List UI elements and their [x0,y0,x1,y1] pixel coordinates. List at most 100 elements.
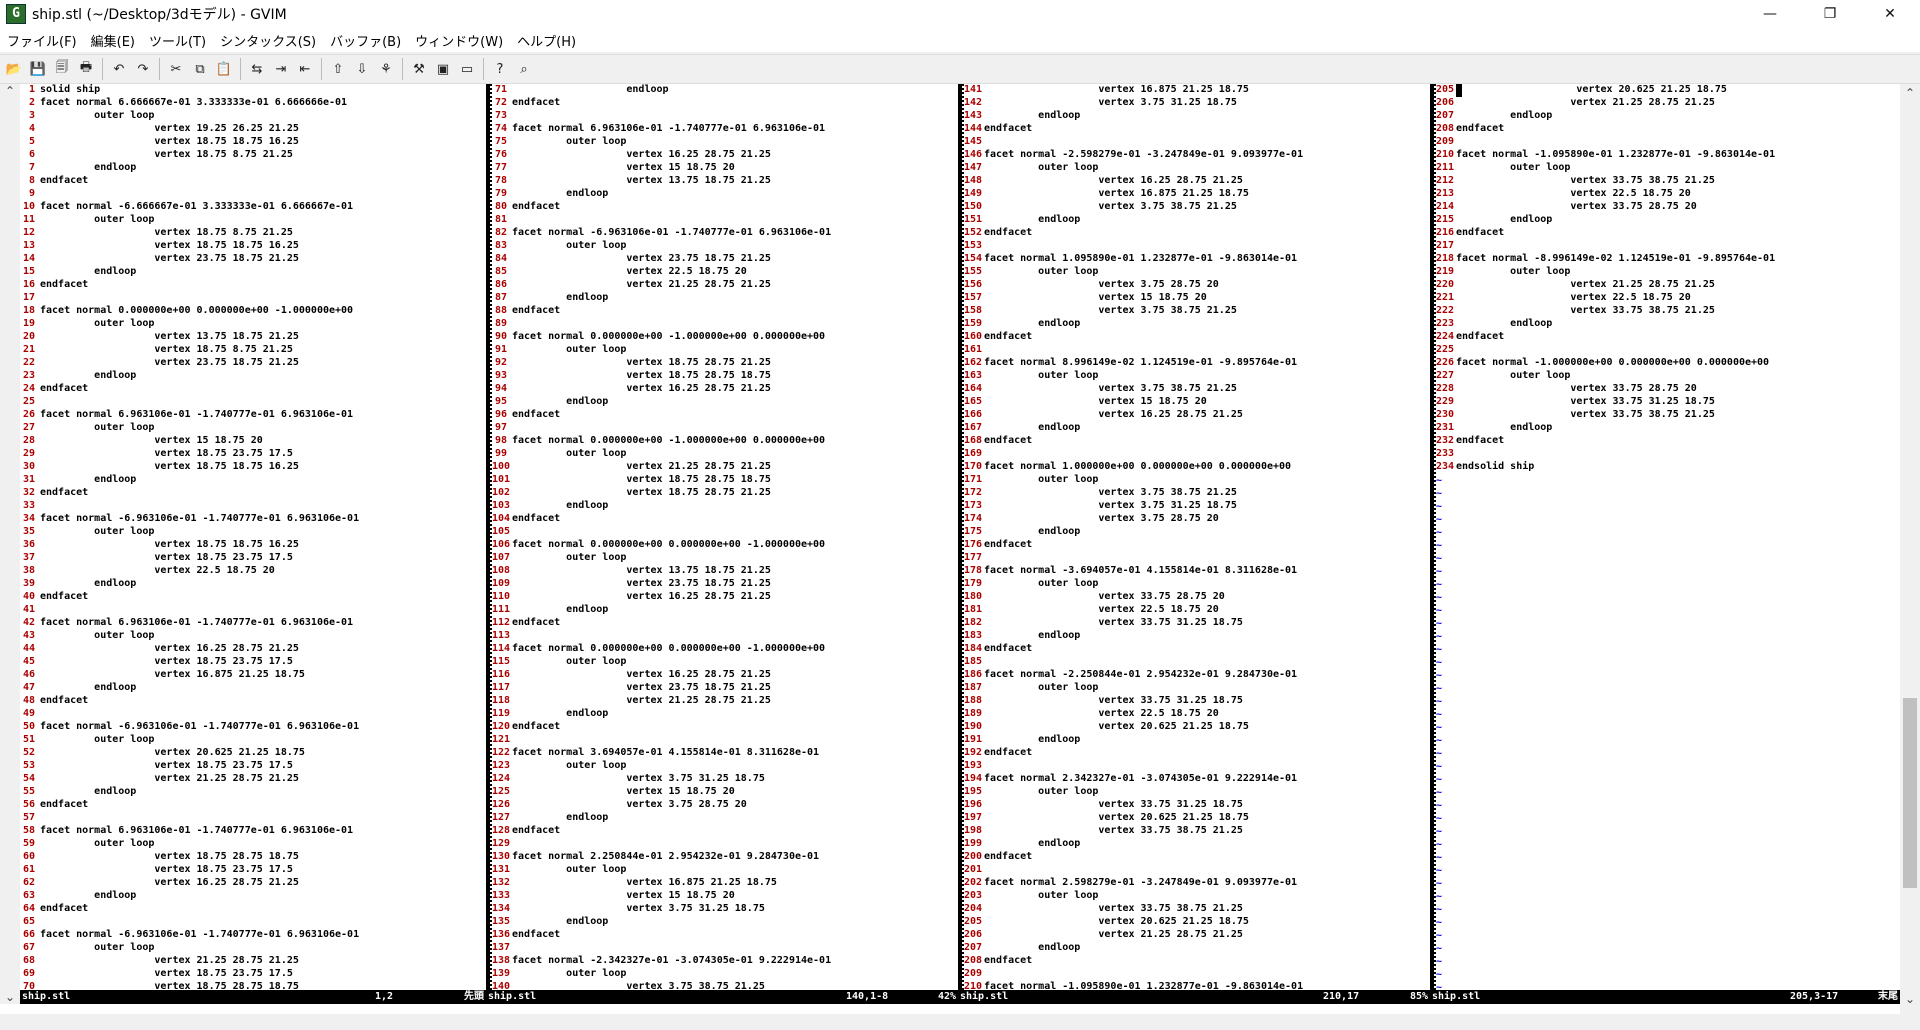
code-line: 5 vertex 18.75 18.75 16.25 [20,136,486,149]
code-line: 10 facet normal -6.666667e-01 3.333333e-0… [20,201,486,214]
line-text: facet normal 6.963106e-01 -1.740777e-01 … [512,123,826,134]
code-line: 226 facet normal -1.000000e+00 0.000000e+… [1436,357,1900,370]
editor-pane-1[interactable]: 1 solid ship 2 facet normal 6.666667e-01 3.… [20,84,486,990]
find-help-icon[interactable]: ⌕ [513,58,535,80]
code-line: 168 endfacet [964,435,1430,448]
code-line: 160 endfacet [964,331,1430,344]
menu-tools[interactable]: ツール(T) [142,31,213,50]
code-line: 41 [20,604,486,617]
line-text: vertex 18.75 28.75 18.75 [512,370,771,381]
copy-icon[interactable]: ⧉ [189,58,211,80]
line-text: endfacet [512,617,561,628]
code-line: 16 endfacet [20,279,486,292]
save-icon[interactable]: 💾 [27,58,49,80]
line-text: vertex 13.75 18.75 21.25 [40,331,299,342]
find-next-icon[interactable]: ⇥ [270,58,292,80]
line-text: endloop [40,370,137,381]
line-text: vertex 13.75 18.75 21.25 [512,175,771,186]
right-scroll-down-icon[interactable]: ⌄ [1900,992,1920,1006]
save-all-icon[interactable]: 🗐 [51,58,73,80]
line-text: vertex 21.25 28.75 21.25 [512,695,771,706]
line-text: endfacet [512,825,561,836]
right-scrollbar[interactable]: ⌃ ⌄ [1900,84,1920,1014]
minimize-button[interactable]: — [1740,0,1800,28]
code-line: 207 endloop [1436,110,1900,123]
line-text: vertex 16.25 28.75 21.25 [512,669,771,680]
line-text: endfacet [984,331,1033,342]
menu-syntax[interactable]: シンタックス(S) [213,31,323,50]
ctags-icon[interactable]: ▭ [456,58,478,80]
line-number: 188 [964,695,983,706]
line-number: 128 [492,825,511,836]
code-line: 206 vertex 21.25 28.75 21.25 [1436,97,1900,110]
make-icon[interactable]: ⚒ [408,58,430,80]
line-text: outer loop [512,448,627,459]
menu-help[interactable]: ヘルプ(H) [510,31,583,50]
code-line: 121 [492,734,958,747]
line-number: 155 [964,266,983,277]
status-line-4[interactable]: ship.stl 205,3-17 末尾 [1430,990,1900,1004]
code-line: 25 [20,396,486,409]
line-text: vertex 3.75 38.75 21.25 [984,201,1237,212]
editor-pane-3[interactable]: 141 vertex 16.875 21.25 18.75 142 vertex … [964,84,1430,990]
menu-buffers[interactable]: バッファ(B) [323,31,408,50]
status-line-2[interactable]: ship.stl 140,1-8 42% [486,990,958,1004]
line-text: endloop [512,292,609,303]
close-button[interactable]: ✕ [1860,0,1920,28]
code-line: 159 endloop [964,318,1430,331]
gvim-app-icon[interactable]: G [6,4,26,24]
empty-line-tilde: ~ [1436,917,1443,928]
toolbar-separator [240,58,241,80]
maximize-button[interactable]: ❐ [1800,0,1860,28]
vertical-split-separator[interactable] [958,84,964,1006]
line-number: 108 [492,565,511,576]
load-session-icon[interactable]: ⇧ [327,58,349,80]
status-line-1[interactable]: ship.stl 1,2 先頭 [20,990,486,1004]
editor-pane-4[interactable]: 205 vertex 20.625 21.25 18.75 206 vertex … [1436,84,1900,990]
right-scroll-up-icon[interactable]: ⌃ [1900,86,1920,100]
run-script-icon[interactable]: ⚘ [375,58,397,80]
scrollbar-thumb[interactable] [1903,698,1917,888]
menu-window[interactable]: ウィンドウ(W) [408,31,510,50]
undo-icon[interactable]: ↶ [108,58,130,80]
status-line-3[interactable]: ship.stl 210,17 85% [958,990,1430,1004]
line-number: 112 [492,617,511,628]
menu-edit[interactable]: 編集(E) [84,31,142,50]
line-text: facet normal 0.000000e+00 -1.000000e+00 … [512,435,826,446]
line-text: endloop [984,214,1081,225]
vertical-split-separator[interactable] [486,84,492,1006]
empty-line-tilde: ~ [1436,644,1443,655]
paste-icon[interactable]: 📋 [213,58,235,80]
code-line: 15 endloop [20,266,486,279]
toolbar-separator [159,58,160,80]
cut-icon[interactable]: ✂ [165,58,187,80]
editor-pane-2[interactable]: 71 endloop 72 endfacet 73 74 facet normal 6.9… [492,84,958,990]
line-text: vertex 18.75 8.75 21.25 [40,227,293,238]
find-replace-icon[interactable]: ⇆ [246,58,268,80]
redo-icon[interactable]: ↷ [132,58,154,80]
help-icon[interactable]: ? [489,58,511,80]
save-session-icon[interactable]: ⇩ [351,58,373,80]
code-line: 30 vertex 18.75 18.75 16.25 [20,461,486,474]
code-line: 193 [964,760,1430,773]
line-number: 20 [22,331,35,342]
code-line: 229 vertex 33.75 31.25 18.75 [1436,396,1900,409]
find-prev-icon[interactable]: ⇤ [294,58,316,80]
code-line: 29 vertex 18.75 23.75 17.5 [20,448,486,461]
code-line: 150 vertex 3.75 38.75 21.25 [964,201,1430,214]
left-scroll-up-icon[interactable]: ⌃ [0,84,20,102]
code-line: 203 outer loop [964,890,1430,903]
open-icon[interactable]: 📂 [3,58,25,80]
print-icon[interactable]: 🖶 [75,58,97,80]
line-number: 146 [964,149,983,160]
line-text: endfacet [512,721,561,732]
line-number: 230 [1436,409,1455,420]
line-text: facet normal -6.963106e-01 -1.740777e-01… [40,929,360,940]
line-number: 49 [22,708,35,719]
empty-line-tilde: ~ [1436,787,1443,798]
menu-file[interactable]: ファイル(F) [0,31,84,50]
vertical-split-separator[interactable] [1430,84,1436,1006]
line-number: 190 [964,721,983,732]
shell-icon[interactable]: ▣ [432,58,454,80]
left-scrollbar[interactable] [0,84,20,1014]
